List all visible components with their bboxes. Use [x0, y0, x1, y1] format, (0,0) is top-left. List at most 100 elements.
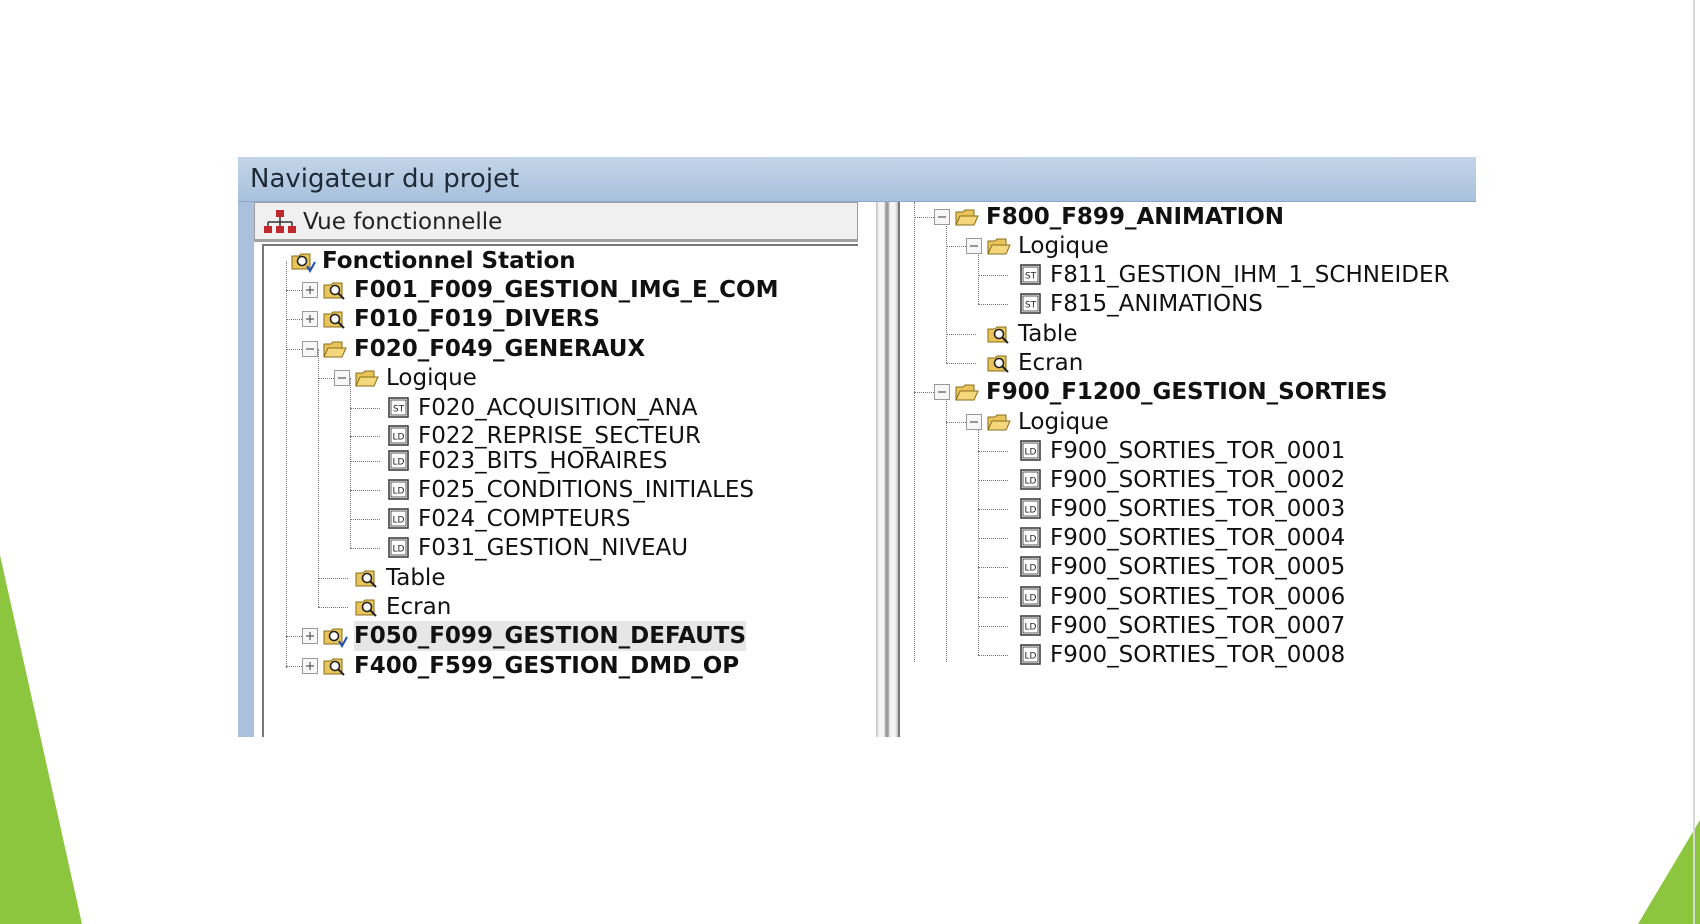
ld-program-icon: LD — [1020, 469, 1041, 490]
tree-item-label: F815_ANIMATIONS — [1050, 291, 1263, 317]
tree-item-f900-sorties-tor-0007[interactable]: LD F900_SORTIES_TOR_0007 — [900, 611, 1476, 641]
folder-search-icon — [355, 599, 377, 617]
tree-item-f900-sorties-tor-0003[interactable]: LD F900_SORTIES_TOR_0003 — [900, 494, 1476, 524]
tree-item-f900-sorties-tor-0005[interactable]: LD F900_SORTIES_TOR_0005 — [900, 552, 1476, 582]
window-title: Navigateur du projet — [250, 164, 520, 194]
ld-program-icon: LD — [388, 508, 409, 529]
tree-item-label: F900_SORTIES_TOR_0004 — [1050, 525, 1346, 551]
tree-item-f010-f019-divers[interactable]: F010_F019_DIVERS — [264, 304, 858, 334]
folder-search-icon — [987, 326, 1009, 344]
green-accent-left — [0, 555, 82, 924]
tree-item-label: F900_SORTIES_TOR_0005 — [1050, 554, 1346, 580]
svg-text:LD: LD — [1025, 448, 1037, 458]
tree-item-logique[interactable]: Logique — [264, 363, 858, 393]
tree-item-f001-f009-gestion-img-e-com[interactable]: F001_F009_GESTION_IMG_E_COM — [264, 275, 858, 305]
svg-text:LD: LD — [1025, 535, 1037, 545]
svg-text:ST: ST — [393, 405, 405, 415]
folder-open-icon — [955, 209, 979, 226]
folder-open-icon — [355, 370, 379, 387]
ld-program-icon: LD — [1020, 498, 1041, 519]
tree-item-label: F900_SORTIES_TOR_0003 — [1050, 496, 1346, 522]
tree-item-label: F900_SORTIES_TOR_0008 — [1050, 642, 1346, 668]
tree-item-f900-sorties-tor-0002[interactable]: LD F900_SORTIES_TOR_0002 — [900, 465, 1476, 495]
ld-program-icon: LD — [1020, 644, 1041, 665]
tree-item-label: F900_SORTIES_TOR_0002 — [1050, 467, 1346, 493]
tree-item-f031-gestion-niveau[interactable]: LD F031_GESTION_NIVEAU — [264, 533, 858, 563]
ld-program-icon: LD — [1020, 527, 1041, 548]
tree-item-f024-compteurs[interactable]: LD F024_COMPTEURS — [264, 504, 858, 534]
expand-icon[interactable] — [302, 658, 318, 674]
tree-item-label: Logique — [386, 365, 477, 391]
collapse-icon[interactable] — [934, 384, 950, 400]
tree-item-label: F020_F049_GENERAUX — [354, 336, 646, 362]
tree-item-label: F811_GESTION_IHM_1_SCHNEIDER — [1050, 262, 1450, 288]
st-program-icon: ST — [388, 397, 409, 418]
collapse-icon[interactable] — [966, 414, 982, 430]
tree-item-ecran[interactable]: Ecran — [900, 348, 1476, 378]
tree-item-f020-f049-generaux[interactable]: F020_F049_GENERAUX — [264, 334, 858, 364]
tree-item-f900-sorties-tor-0001[interactable]: LD F900_SORTIES_TOR_0001 — [900, 436, 1476, 466]
functional-view-header[interactable]: Vue fonctionnelle — [254, 202, 858, 242]
pane-splitter[interactable] — [876, 202, 898, 737]
collapse-icon[interactable] — [302, 341, 318, 357]
tree-item-label: F900_F1200_GESTION_SORTIES — [986, 379, 1388, 405]
tree-item-label: F001_F009_GESTION_IMG_E_COM — [354, 277, 779, 303]
tree-item-f400-f599-gestion-dmd-op[interactable]: F400_F599_GESTION_DMD_OP — [264, 651, 858, 681]
tree-item-label: F031_GESTION_NIVEAU — [418, 535, 689, 561]
tree-item-f815-animations[interactable]: ST F815_ANIMATIONS — [900, 289, 1476, 319]
functional-view-label: Vue fonctionnelle — [303, 209, 503, 235]
ld-program-icon: LD — [1020, 586, 1041, 607]
tree-item-label: F010_F019_DIVERS — [354, 306, 600, 332]
network-tree-icon — [264, 210, 296, 233]
expand-icon[interactable] — [302, 311, 318, 327]
tree-item-ecran[interactable]: Ecran — [264, 592, 858, 622]
tree-item-logique[interactable]: Logique — [900, 231, 1476, 261]
tree-item-f050-f099-gestion-defauts[interactable]: F050_F099_GESTION_DEFAUTS — [264, 621, 858, 651]
ld-program-icon: LD — [388, 425, 409, 446]
folder-search-icon — [323, 658, 345, 676]
svg-text:LD: LD — [1025, 594, 1037, 604]
tree-item-f025-conditions-initiales[interactable]: LD F025_CONDITIONS_INITIALES — [264, 475, 858, 505]
svg-text:LD: LD — [1025, 652, 1037, 662]
tree-item-label: Ecran — [1018, 350, 1084, 376]
expand-icon[interactable] — [302, 282, 318, 298]
project-navigator-window: Navigateur du projet Vue fonctionnelle F… — [238, 157, 1476, 737]
st-program-icon: ST — [1020, 293, 1041, 314]
collapse-icon[interactable] — [334, 370, 350, 386]
tree-item-label: Table — [1018, 321, 1078, 347]
tree-item-label: F024_COMPTEURS — [418, 506, 631, 532]
folder-search-icon — [323, 282, 345, 300]
ld-program-icon: LD — [1020, 556, 1041, 577]
collapse-icon[interactable] — [966, 238, 982, 254]
tree-item-f023-bits-horaires[interactable]: LD F023_BITS_HORAIRES — [264, 446, 858, 476]
left-pane: Vue fonctionnelle Fonctionnel Station F00… — [238, 202, 876, 737]
right-pane: F800_F899_ANIMATION Logique ST F811_GESTION… — [898, 202, 1476, 737]
tree-item-f900-f1200-gestion-sorties[interactable]: F900_F1200_GESTION_SORTIES — [900, 377, 1476, 407]
tree-item-logique[interactable]: Logique — [900, 407, 1476, 437]
ld-program-icon: LD — [388, 537, 409, 558]
collapse-icon[interactable] — [934, 209, 950, 225]
svg-text:LD: LD — [393, 545, 405, 555]
folder-open-icon — [955, 384, 979, 401]
green-accent-right — [1638, 820, 1700, 924]
tree-item-table[interactable]: Table — [900, 319, 1476, 349]
tree-item-fonctionnel-station[interactable]: Fonctionnel Station — [264, 246, 858, 276]
folder-open-icon — [323, 341, 347, 358]
tree-item-label: F400_F599_GESTION_DMD_OP — [354, 653, 740, 679]
folder-search-icon — [355, 570, 377, 588]
tree-item-f811-gestion-ihm-1-schneider[interactable]: ST F811_GESTION_IHM_1_SCHNEIDER — [900, 260, 1476, 290]
tree-item-f900-sorties-tor-0008[interactable]: LD F900_SORTIES_TOR_0008 — [900, 640, 1476, 670]
tree-item-label: F900_SORTIES_TOR_0001 — [1050, 438, 1346, 464]
folder-check-icon — [323, 628, 348, 648]
ld-program-icon: LD — [388, 450, 409, 471]
folder-check-icon — [291, 253, 316, 273]
tree-item-f800-f899-animation[interactable]: F800_F899_ANIMATION — [900, 202, 1476, 232]
svg-text:LD: LD — [1025, 564, 1037, 574]
tree-item-f900-sorties-tor-0004[interactable]: LD F900_SORTIES_TOR_0004 — [900, 523, 1476, 553]
tree-item-f020-acquisition-ana[interactable]: ST F020_ACQUISITION_ANA — [264, 393, 858, 423]
expand-icon[interactable] — [302, 628, 318, 644]
tree-item-table[interactable]: Table — [264, 563, 858, 593]
tree-item-label: Fonctionnel Station — [322, 248, 576, 274]
tree-item-label: F900_SORTIES_TOR_0006 — [1050, 584, 1346, 610]
tree-item-f900-sorties-tor-0006[interactable]: LD F900_SORTIES_TOR_0006 — [900, 582, 1476, 612]
